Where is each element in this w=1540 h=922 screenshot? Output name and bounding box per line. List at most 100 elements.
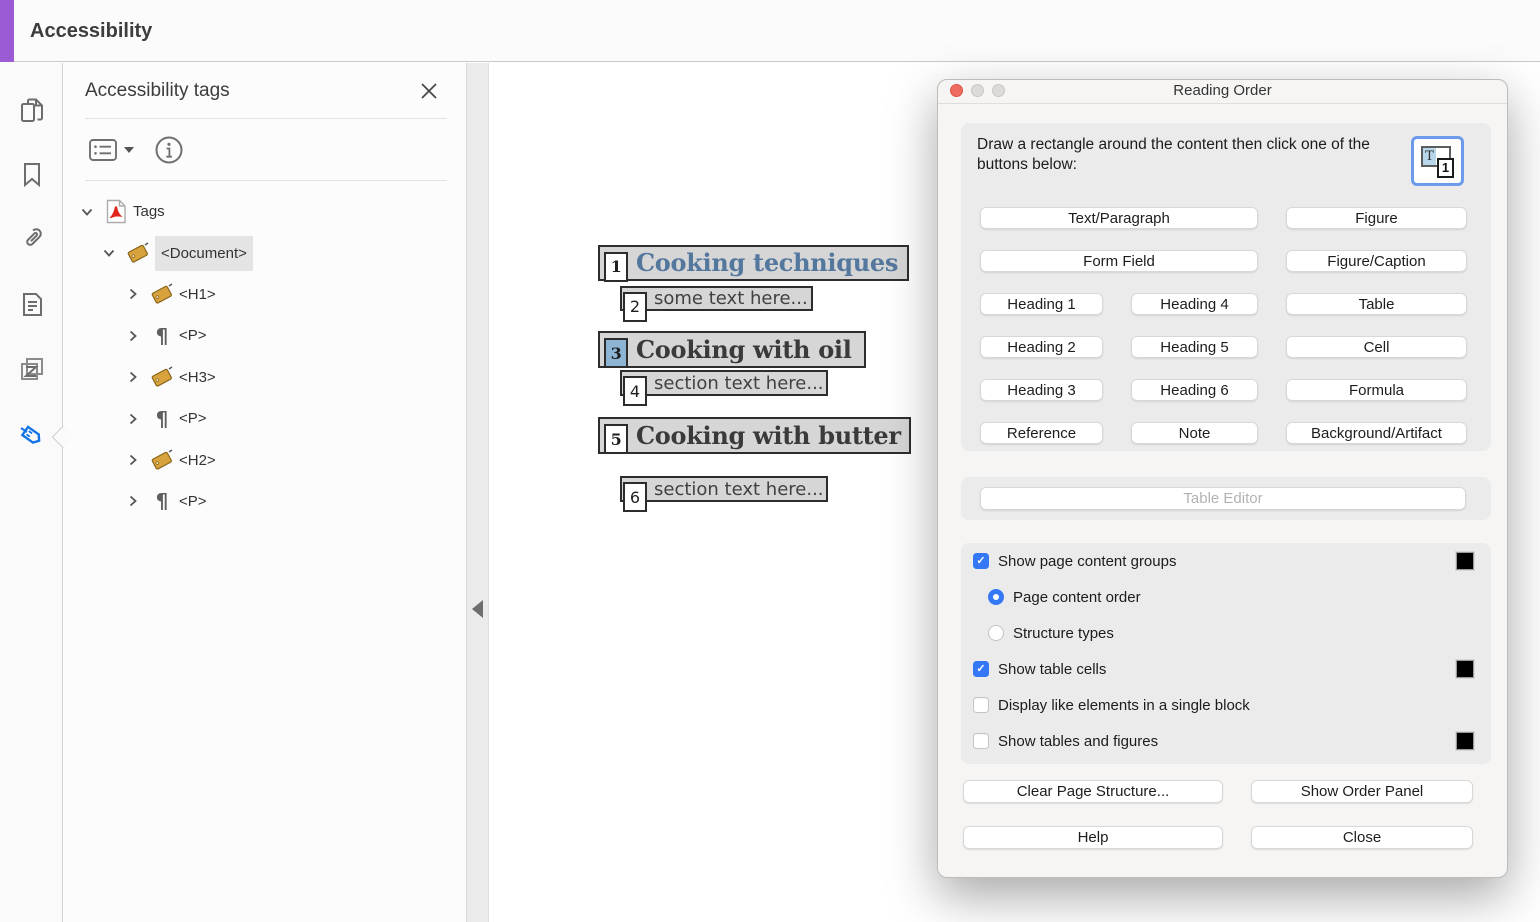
content-panel-icon[interactable] — [17, 289, 47, 319]
display-like-elements-checkbox[interactable] — [973, 697, 989, 713]
accessibility-tags-icon[interactable] — [17, 422, 47, 452]
table-cells-color-swatch[interactable] — [1456, 660, 1474, 678]
heading-5-button[interactable]: Heading 5 — [1131, 336, 1258, 358]
content-block-heading1[interactable]: 1 Cooking techniques — [598, 245, 909, 281]
table-editor-button[interactable]: Table Editor — [980, 487, 1466, 510]
chevron-down-icon[interactable] — [79, 204, 94, 219]
info-icon[interactable] — [154, 135, 184, 165]
option-row: Show page content groups — [961, 543, 1491, 579]
chevron-right-icon[interactable] — [125, 370, 140, 385]
option-label[interactable]: Structure types — [1013, 625, 1114, 642]
block-text: Cooking with butter — [636, 421, 901, 450]
chevron-right-icon[interactable] — [125, 411, 140, 426]
show-tables-figures-checkbox[interactable] — [973, 733, 989, 749]
close-window-icon[interactable] — [950, 84, 963, 97]
option-label[interactable]: Show tables and figures — [998, 733, 1158, 750]
tagging-group: Draw a rectangle around the content then… — [961, 123, 1491, 451]
tree-label: <H1> — [179, 286, 216, 303]
table-button[interactable]: Table — [1286, 293, 1467, 315]
content-block-paragraph[interactable]: 2 some text here... — [620, 286, 813, 311]
tree-row-p[interactable]: ¶ <P> — [64, 398, 466, 439]
structure-types-radio[interactable] — [988, 625, 1004, 641]
page-thumbnails-icon[interactable] — [17, 95, 47, 125]
form-field-button[interactable]: Form Field — [980, 250, 1258, 272]
chevron-down-icon[interactable] — [101, 246, 116, 261]
chevron-right-icon[interactable] — [125, 453, 140, 468]
text-paragraph-button[interactable]: Text/Paragraph — [980, 207, 1258, 229]
collapse-panel-icon[interactable] — [472, 600, 483, 618]
heading-2-button[interactable]: Heading 2 — [980, 336, 1103, 358]
heading-3-button[interactable]: Heading 3 — [980, 379, 1103, 401]
reading-order-dialog: Reading Order Draw a rectangle around th… — [937, 79, 1508, 878]
background-artifact-button[interactable]: Background/Artifact — [1286, 422, 1467, 444]
heading-1-button[interactable]: Heading 1 — [980, 293, 1103, 315]
option-label[interactable]: Display like elements in a single block — [998, 697, 1250, 714]
option-row: Structure types — [961, 615, 1491, 651]
option-row: Show table cells — [961, 651, 1491, 687]
show-table-cells-checkbox[interactable] — [973, 661, 989, 677]
attachments-icon[interactable] — [17, 223, 47, 253]
left-tool-rail — [0, 63, 63, 922]
dialog-instruction: Draw a rectangle around the content then… — [977, 135, 1370, 175]
option-label[interactable]: Show table cells — [998, 661, 1106, 678]
reading-order-tool-icon: T 1 — [1411, 136, 1464, 186]
heading-4-button[interactable]: Heading 4 — [1131, 293, 1258, 315]
cell-button[interactable]: Cell — [1286, 336, 1467, 358]
tree-row-h2[interactable]: <H2> — [64, 439, 466, 480]
reading-order-number[interactable]: 4 — [623, 376, 647, 406]
tree-label: <P> — [179, 410, 207, 427]
figure-button[interactable]: Figure — [1286, 207, 1467, 229]
reference-button[interactable]: Reference — [980, 422, 1103, 444]
tables-figures-color-swatch[interactable] — [1456, 732, 1474, 750]
reading-order-number[interactable]: 5 — [604, 424, 628, 454]
block-text: some text here... — [654, 288, 808, 309]
bookmarks-icon[interactable] — [17, 159, 47, 189]
chevron-right-icon[interactable] — [125, 328, 140, 343]
tag-options-icon[interactable] — [88, 137, 134, 163]
note-button[interactable]: Note — [1131, 422, 1258, 444]
reading-order-number[interactable]: 1 — [604, 252, 628, 282]
close-button[interactable]: Close — [1251, 826, 1473, 849]
formula-button[interactable]: Formula — [1286, 379, 1467, 401]
figure-caption-button[interactable]: Figure/Caption — [1286, 250, 1467, 272]
content-block-paragraph[interactable]: 4 section text here... — [620, 370, 828, 396]
zoom-window-icon[interactable] — [992, 84, 1005, 97]
show-page-content-groups-checkbox[interactable] — [973, 553, 989, 569]
minimize-window-icon[interactable] — [971, 84, 984, 97]
chevron-down-icon — [124, 147, 134, 153]
top-bar: Accessibility — [0, 0, 1540, 62]
reading-order-number[interactable]: 6 — [623, 482, 647, 512]
chevron-right-icon[interactable] — [125, 287, 140, 302]
option-label[interactable]: Show page content groups — [998, 553, 1176, 570]
content-block-heading2[interactable]: 5 Cooking with butter — [598, 417, 911, 454]
chevron-right-icon[interactable] — [125, 494, 140, 509]
reading-order-number-selected[interactable]: 3 — [604, 338, 628, 368]
paragraph-icon: ¶ — [149, 489, 175, 513]
order-panel-icon[interactable] — [17, 354, 47, 384]
page-content-order-radio[interactable] — [988, 589, 1004, 605]
tree-row-document[interactable]: <Document> — [64, 232, 466, 273]
tree-row-h3[interactable]: <H3> — [64, 357, 466, 398]
reading-order-number[interactable]: 2 — [623, 292, 647, 322]
content-block-paragraph[interactable]: 6 section text here... — [620, 476, 828, 502]
clear-page-structure-button[interactable]: Clear Page Structure... — [963, 780, 1223, 803]
close-icon[interactable] — [420, 82, 438, 100]
paragraph-icon: ¶ — [149, 324, 175, 348]
block-text: Cooking with oil — [636, 335, 852, 364]
tree-row-tags[interactable]: Tags — [64, 191, 466, 232]
heading-6-button[interactable]: Heading 6 — [1131, 379, 1258, 401]
panel-splitter[interactable] — [466, 63, 489, 922]
option-label[interactable]: Page content order — [1013, 589, 1141, 606]
page-content-color-swatch[interactable] — [1456, 552, 1474, 570]
tree-row-p[interactable]: ¶ <P> — [64, 481, 466, 522]
tree-row-h1[interactable]: <H1> — [64, 274, 466, 315]
tags-tree: Tags <Document> — [64, 180, 466, 522]
dialog-title: Reading Order — [938, 80, 1507, 104]
pdf-file-icon — [103, 199, 129, 224]
tree-row-p[interactable]: ¶ <P> — [64, 315, 466, 356]
dialog-titlebar[interactable]: Reading Order — [938, 80, 1507, 104]
help-button[interactable]: Help — [963, 826, 1223, 849]
tag-type-buttons: Text/Paragraph Figure Form Field Figure/… — [980, 207, 1467, 444]
show-order-panel-button[interactable]: Show Order Panel — [1251, 780, 1473, 803]
content-block-heading3[interactable]: 3 Cooking with oil — [598, 331, 866, 368]
